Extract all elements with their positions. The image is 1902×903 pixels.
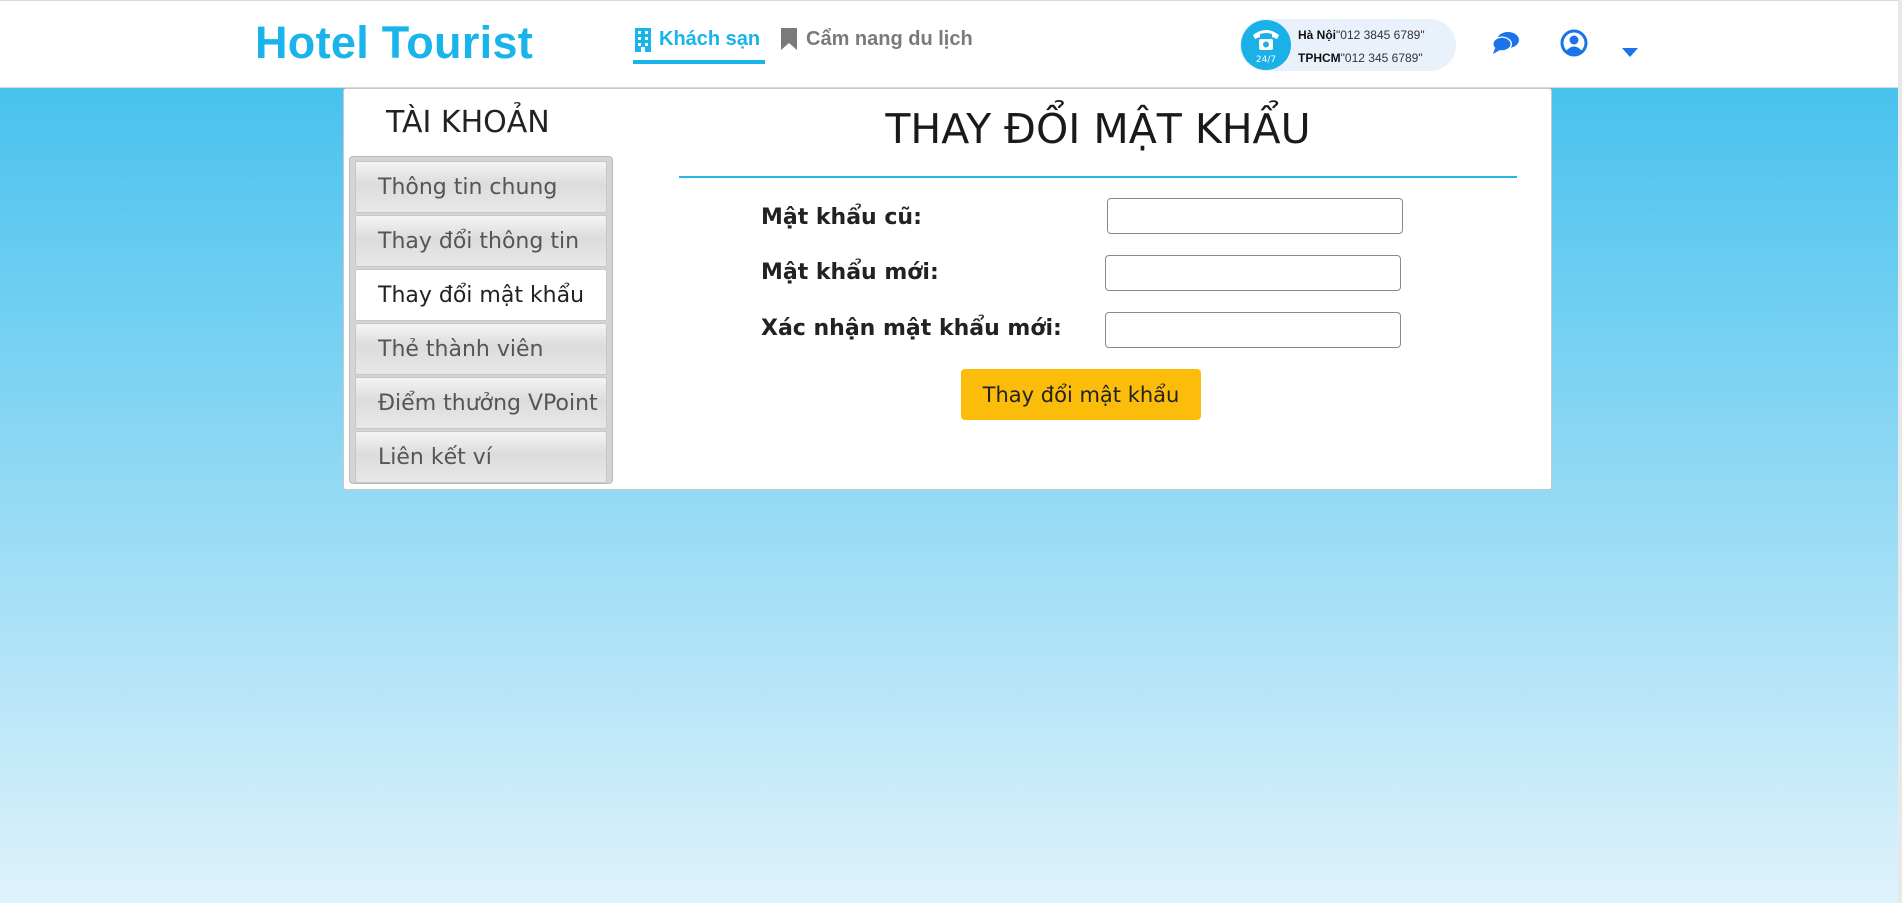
nav-hotels-label: Khách sạn — [659, 28, 761, 50]
hotline-city: TPHCM — [1298, 51, 1341, 65]
hotline-phone: "012 3845 6789" — [1336, 28, 1425, 42]
nav-travel-guide-label: Cẩm nang du lịch — [806, 28, 973, 50]
top-navbar: Hotel Tourist Khách sạn Cẩm nang du lịch — [0, 0, 1902, 88]
nav-travel-guide[interactable]: Cẩm nang du lịch — [780, 28, 973, 64]
user-icon[interactable] — [1560, 29, 1588, 61]
chat-icon[interactable] — [1492, 31, 1520, 59]
hotline-city: Hà Nội — [1298, 28, 1337, 42]
change-password-button[interactable]: Thay đổi mật khẩu — [961, 369, 1201, 420]
page-title: THAY ĐỔI MẬT KHẨU — [885, 105, 1311, 153]
site-logo[interactable]: Hotel Tourist — [255, 17, 533, 69]
hotline-phone: "012 345 6789" — [1340, 51, 1423, 65]
account-sidebar-menu: Thông tin chung Thay đổi thông tin Thay … — [349, 156, 613, 484]
hotline-hanoi: Hà Nội"012 3845 6789" — [1298, 28, 1425, 42]
building-icon — [633, 28, 653, 52]
hotline-hcm: TPHCM"012 345 6789" — [1298, 51, 1423, 65]
bookmark-icon — [780, 28, 800, 52]
sidebar-item-edit-info[interactable]: Thay đổi thông tin — [355, 215, 607, 267]
page-scrollbar[interactable] — [1898, 0, 1902, 903]
confirm-password-field[interactable] — [1105, 312, 1401, 348]
sidebar-item-change-password[interactable]: Thay đổi mật khẩu — [355, 269, 607, 321]
phone-icon: 24/7 — [1241, 20, 1291, 70]
account-card: TÀI KHOẢN Thông tin chung Thay đổi thông… — [343, 88, 1552, 490]
sidebar-item-wallet-link[interactable]: Liên kết ví — [355, 431, 607, 483]
new-password-field[interactable] — [1105, 255, 1401, 291]
caret-down-icon[interactable] — [1622, 43, 1638, 62]
sidebar-title: TÀI KHOẢN — [386, 105, 550, 140]
confirm-password-label: Xác nhận mật khẩu mới: — [761, 316, 1062, 341]
title-divider — [679, 176, 1517, 178]
sidebar-item-member-card[interactable]: Thẻ thành viên — [355, 323, 607, 375]
sidebar-item-vpoint-rewards[interactable]: Điểm thưởng VPoint — [355, 377, 607, 429]
old-password-label: Mật khẩu cũ: — [761, 205, 922, 230]
hotline-box: 24/7 Hà Nội"012 3845 6789" TPHCM"012 345… — [1240, 19, 1456, 71]
nav-hotels[interactable]: Khách sạn — [633, 28, 766, 64]
new-password-label: Mật khẩu mới: — [761, 260, 939, 285]
hotline-247-badge: 24/7 — [1255, 55, 1277, 65]
old-password-field[interactable] — [1107, 198, 1403, 234]
sidebar-item-general-info[interactable]: Thông tin chung — [355, 161, 607, 213]
